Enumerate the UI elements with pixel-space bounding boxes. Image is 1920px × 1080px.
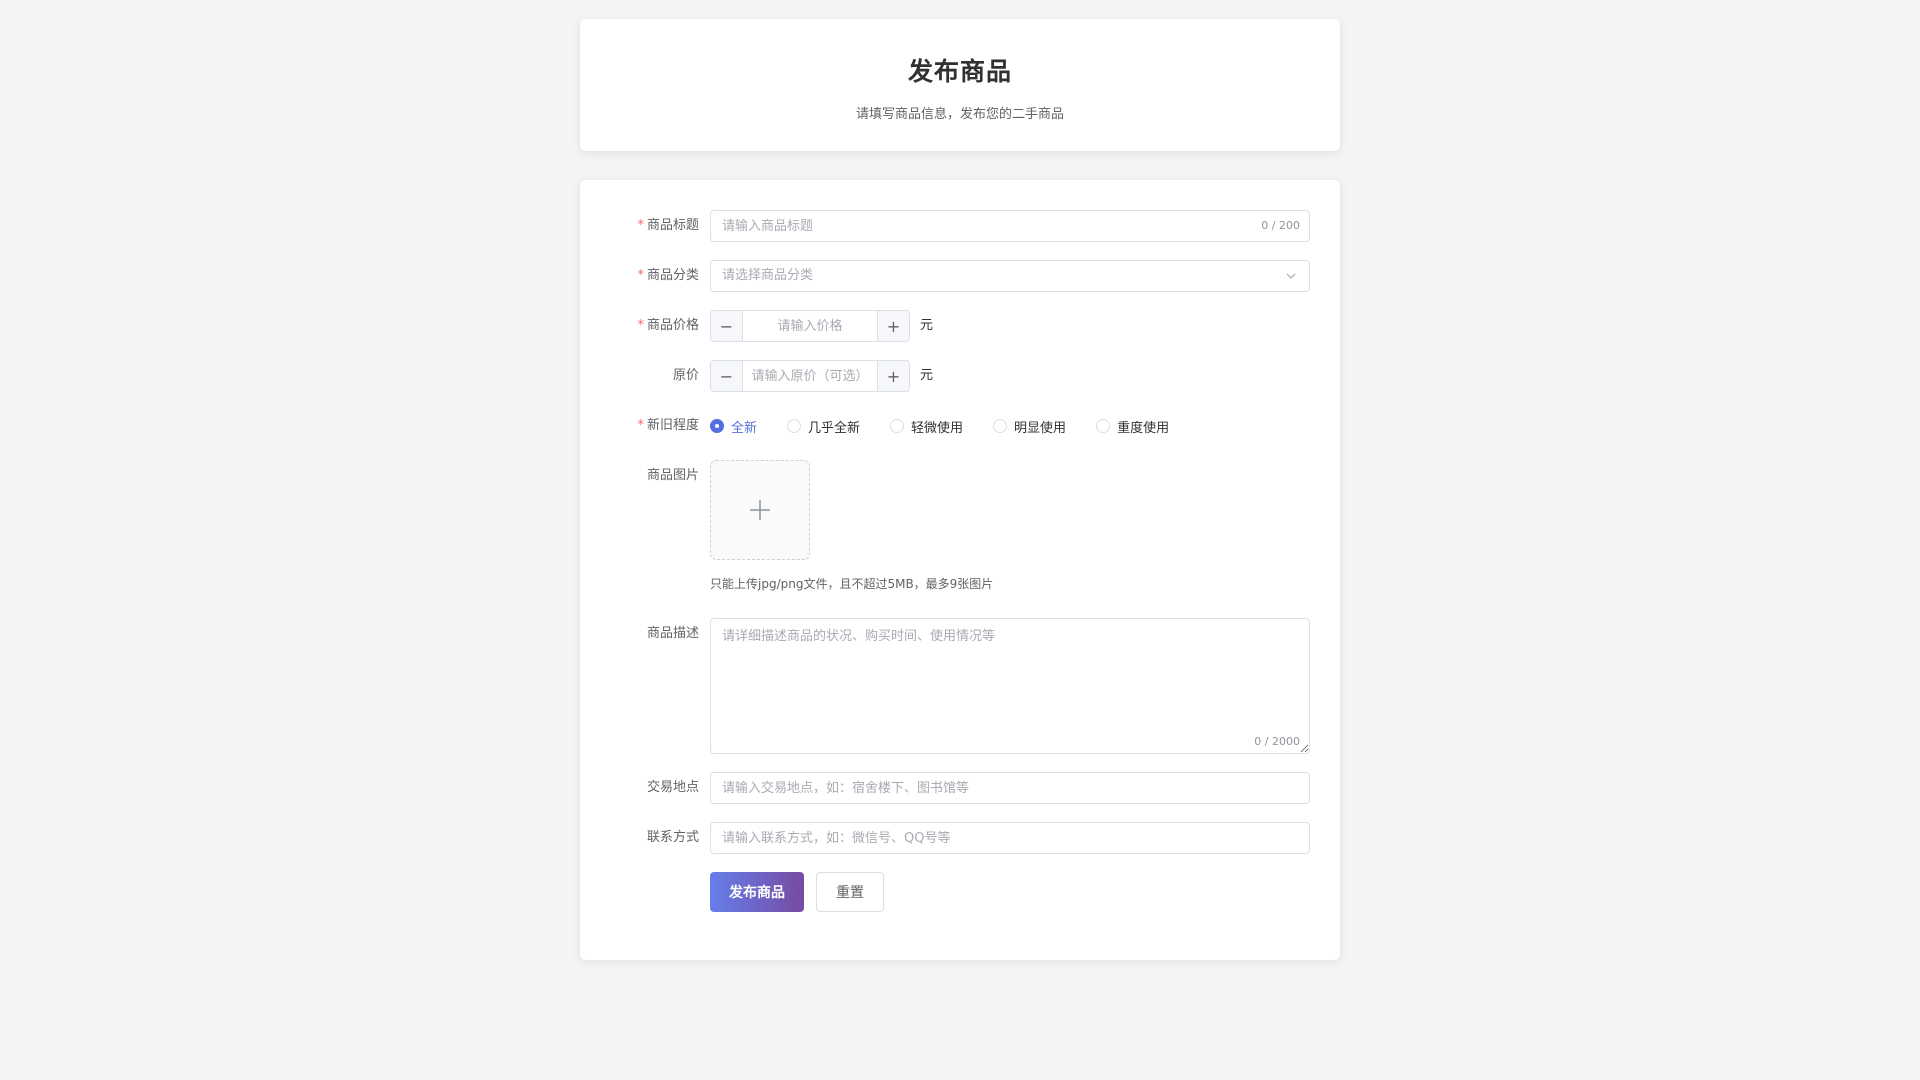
required-star: * bbox=[637, 268, 644, 283]
radio-unchecked-icon bbox=[993, 419, 1008, 433]
required-star: * bbox=[637, 218, 644, 233]
original-price-label: 原价 bbox=[672, 368, 699, 383]
plus-icon bbox=[750, 500, 770, 520]
original-price-decrease-button[interactable]: − bbox=[711, 361, 743, 391]
original-price-increase-button[interactable]: + bbox=[877, 361, 909, 391]
category-placeholder: 请选择商品分类 bbox=[722, 268, 814, 283]
page-title: 发布商品 bbox=[907, 57, 1012, 86]
price-unit: 元 bbox=[920, 318, 934, 333]
price-decrease-button[interactable]: − bbox=[711, 311, 743, 341]
category-select[interactable]: 请选择商品分类 bbox=[710, 260, 1310, 292]
contact-input[interactable] bbox=[710, 822, 1310, 854]
required-star: * bbox=[637, 418, 644, 433]
category-label: * 商品分类 bbox=[637, 268, 699, 283]
price-stepper: − + bbox=[710, 310, 910, 342]
title-input[interactable] bbox=[710, 210, 1310, 242]
original-price-input[interactable] bbox=[743, 361, 877, 391]
location-input[interactable] bbox=[710, 772, 1310, 804]
original-price-unit: 元 bbox=[920, 368, 934, 383]
condition-label: * 新旧程度 bbox=[637, 418, 699, 433]
condition-option-visible-use[interactable]: 明显使用 bbox=[993, 417, 1066, 436]
condition-option-light-use[interactable]: 轻微使用 bbox=[890, 417, 963, 436]
publish-button[interactable]: 发布商品 bbox=[710, 872, 804, 912]
description-textarea[interactable] bbox=[710, 618, 1310, 754]
reset-button[interactable]: 重置 bbox=[816, 872, 884, 912]
contact-label: 联系方式 bbox=[646, 830, 699, 845]
page-subtitle: 请填写商品信息，发布您的二手商品 bbox=[855, 107, 1064, 122]
price-input[interactable] bbox=[743, 311, 877, 341]
images-label: 商品图片 bbox=[646, 468, 699, 483]
original-price-stepper: − + bbox=[710, 360, 910, 392]
title-char-counter: 0 / 200 bbox=[1261, 219, 1300, 232]
upload-tip: 只能上传jpg/png文件，且不超过5MB，最多9张图片 bbox=[710, 577, 994, 591]
page: 发布商品 请填写商品信息，发布您的二手商品 *商品标题 0 / 200 *商品分… bbox=[0, 0, 1920, 1080]
title-label: * 商品标题 bbox=[637, 218, 699, 233]
condition-option-heavy-use[interactable]: 重度使用 bbox=[1096, 417, 1169, 436]
price-label: * 商品价格 bbox=[637, 318, 699, 333]
radio-checked-icon bbox=[710, 419, 724, 433]
radio-unchecked-icon bbox=[1096, 419, 1111, 433]
publish-form: *商品标题 0 / 200 *商品分类 请选择商品分类 *商品价格 bbox=[580, 180, 1340, 960]
condition-option-new[interactable]: 全新 bbox=[710, 417, 757, 436]
image-upload-button[interactable] bbox=[710, 460, 810, 560]
price-increase-button[interactable]: + bbox=[877, 311, 909, 341]
radio-unchecked-icon bbox=[787, 419, 802, 433]
location-label: 交易地点 bbox=[646, 780, 699, 795]
description-label: 商品描述 bbox=[646, 626, 699, 641]
required-star: * bbox=[637, 318, 644, 333]
condition-option-almost-new[interactable]: 几乎全新 bbox=[787, 417, 860, 436]
chevron-down-icon bbox=[1286, 273, 1296, 279]
description-char-counter: 0 / 2000 bbox=[1254, 735, 1300, 748]
condition-radio-group: 全新 几乎全新 轻微使用 明显使用 重度使用 bbox=[710, 410, 1199, 442]
radio-unchecked-icon bbox=[890, 419, 905, 433]
header-card: 发布商品 请填写商品信息，发布您的二手商品 bbox=[580, 19, 1340, 151]
